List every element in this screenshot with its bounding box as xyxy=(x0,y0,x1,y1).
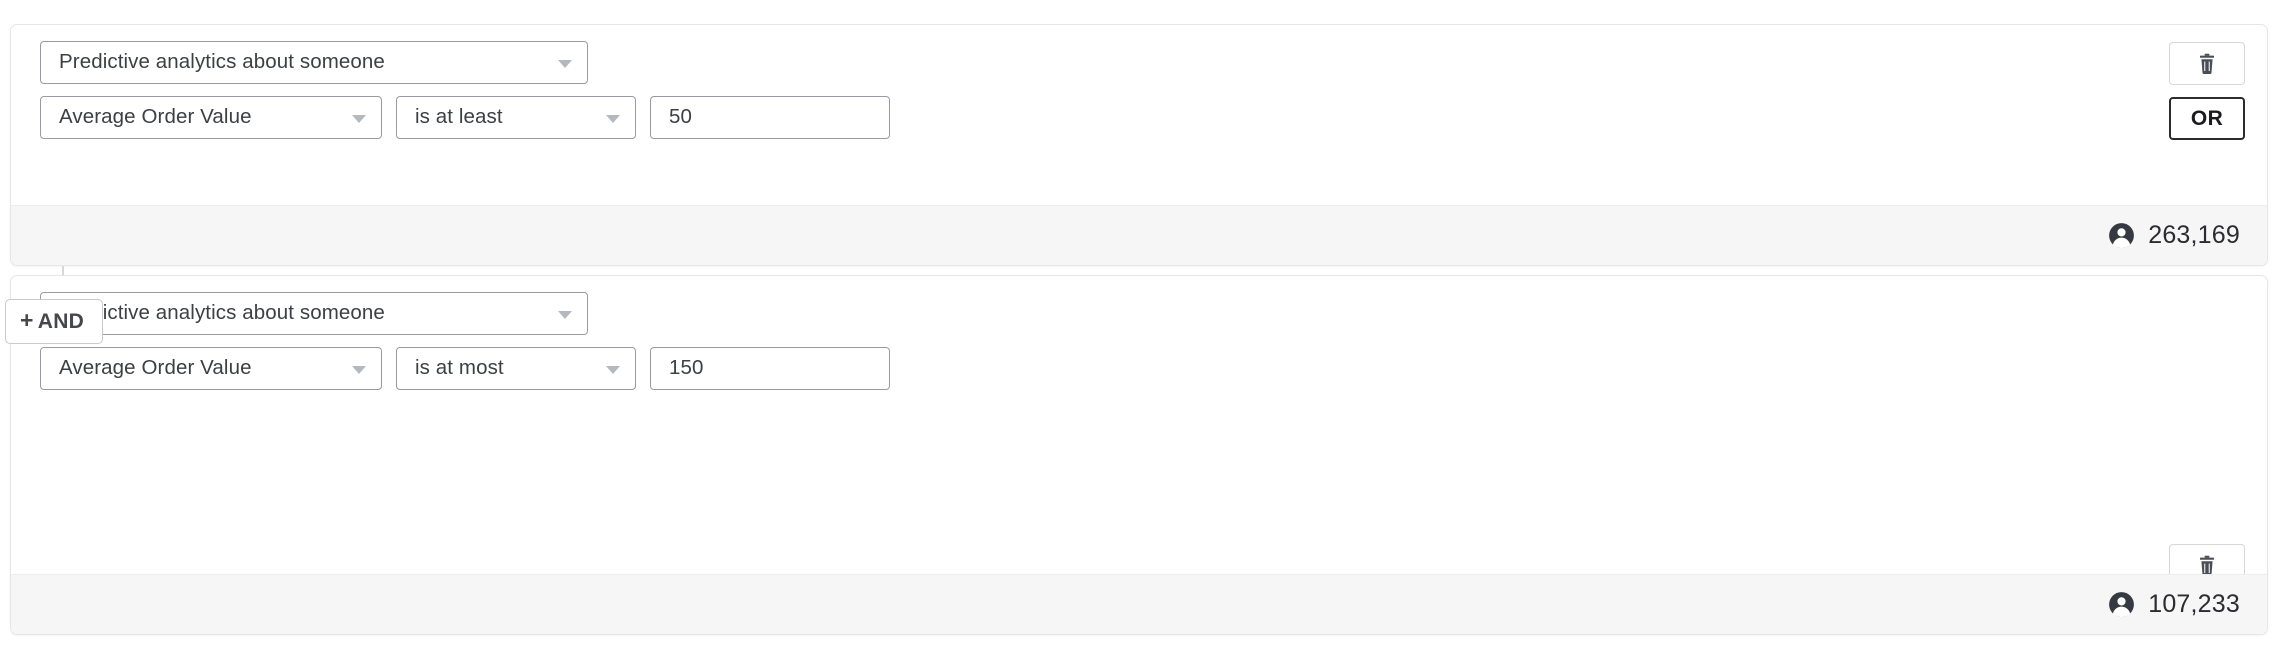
value-input-text-1: 50 xyxy=(669,105,693,129)
plus-icon: + xyxy=(20,307,34,333)
condition-row-2: Average Order Value is at most 150 xyxy=(40,347,2245,390)
logic-toggle-button-1[interactable]: OR xyxy=(2169,97,2245,140)
filter-group-card-2: Predictive analytics about someone Avera… xyxy=(10,275,2268,635)
chevron-down-icon xyxy=(558,59,572,68)
audience-count-value-1: 263,169 xyxy=(2148,221,2240,249)
group-footer-1: 263,169 xyxy=(11,205,2267,265)
group-actions-1: OR xyxy=(2169,42,2245,140)
add-and-group-button[interactable]: + AND xyxy=(5,299,104,344)
chevron-down-icon xyxy=(558,310,572,319)
person-icon xyxy=(2108,222,2135,249)
subject-row-2: Predictive analytics about someone xyxy=(40,292,2245,335)
audience-count-value-2: 107,233 xyxy=(2148,590,2240,618)
field-select-label-1: Average Order Value xyxy=(59,105,252,129)
value-input-2[interactable]: 150 xyxy=(650,347,890,390)
subject-select-2[interactable]: Predictive analytics about someone xyxy=(40,292,588,335)
operator-select-1[interactable]: is at least xyxy=(396,96,636,139)
subject-select-1[interactable]: Predictive analytics about someone xyxy=(40,41,588,84)
add-and-group-label: AND xyxy=(37,309,85,333)
chevron-down-icon xyxy=(606,114,620,123)
trash-icon xyxy=(2197,53,2217,75)
subject-row-1: Predictive analytics about someone xyxy=(40,41,2245,84)
chevron-down-icon xyxy=(606,365,620,374)
operator-select-2[interactable]: is at most xyxy=(396,347,636,390)
audience-count-1: 263,169 xyxy=(2108,221,2240,250)
operator-select-label-1: is at least xyxy=(415,105,503,129)
subject-select-label-1: Predictive analytics about someone xyxy=(59,50,385,74)
filter-group-body-2: Predictive analytics about someone Avera… xyxy=(11,276,2267,404)
delete-group-button-1[interactable] xyxy=(2169,42,2245,85)
chevron-down-icon xyxy=(352,365,366,374)
filter-builder: Predictive analytics about someone Avera… xyxy=(0,0,2294,650)
subject-select-label-2: Predictive analytics about someone xyxy=(59,301,385,325)
condition-row-1: Average Order Value is at least 50 xyxy=(40,96,2245,139)
audience-count-2: 107,233 xyxy=(2108,590,2240,619)
value-input-text-2: 150 xyxy=(669,356,704,380)
field-select-1[interactable]: Average Order Value xyxy=(40,96,382,139)
group-footer-2: 107,233 xyxy=(11,574,2267,634)
logic-toggle-label-1: OR xyxy=(2190,106,2224,130)
field-select-2[interactable]: Average Order Value xyxy=(40,347,382,390)
filter-group-body-1: Predictive analytics about someone Avera… xyxy=(11,25,2267,153)
value-input-1[interactable]: 50 xyxy=(650,96,890,139)
chevron-down-icon xyxy=(352,114,366,123)
operator-select-label-2: is at most xyxy=(415,356,504,380)
person-icon xyxy=(2108,591,2135,618)
field-select-label-2: Average Order Value xyxy=(59,356,252,380)
filter-group-card-1: Predictive analytics about someone Avera… xyxy=(10,24,2268,266)
